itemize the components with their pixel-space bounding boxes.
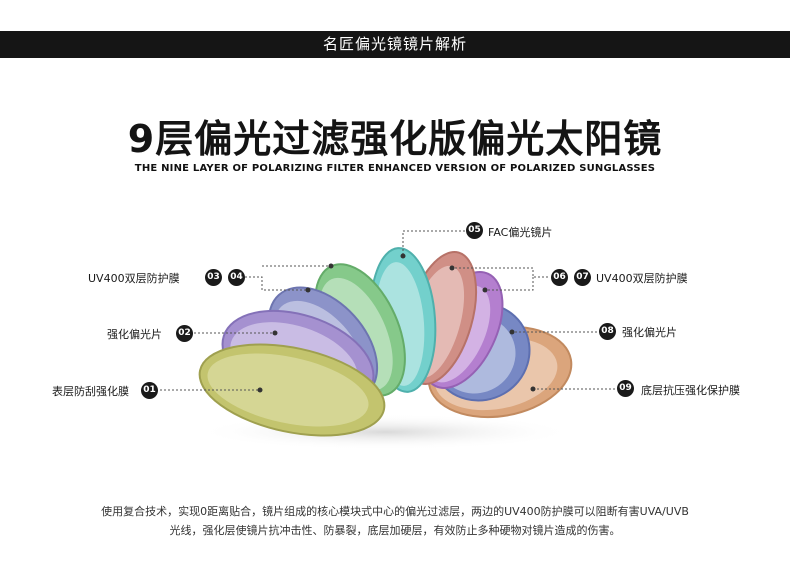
label-layer-03-04: UV400双层防护膜 [88, 272, 180, 285]
label-layer-09: 底层抗压强化保护膜 [641, 384, 740, 397]
label-layer-05: FAC偏光镜片 [488, 226, 553, 239]
badge-01: 01 [141, 382, 158, 399]
label-layer-08: 强化偏光片 [622, 326, 677, 339]
label-layer-01: 表层防刮强化膜 [52, 385, 129, 398]
lens-layer-diagram [160, 230, 615, 450]
label-layer-02: 强化偏光片 [107, 328, 162, 341]
badge-09: 09 [617, 380, 634, 397]
badge-08: 08 [599, 323, 616, 340]
description-text: 使用复合技术，实现0距离贴合，镜片组成的核心模块式中心的偏光过滤层，两边的UV4… [60, 502, 730, 540]
badge-04: 04 [228, 269, 245, 286]
label-layer-06-07: UV400双层防护膜 [596, 272, 688, 285]
badge-06: 06 [551, 269, 568, 286]
badge-02: 02 [176, 325, 193, 342]
badge-05: 05 [466, 222, 483, 239]
description-line-2: 光线，强化层使镜片抗冲击性、防暴裂，底层加硬层，有效防止多种硬物对镜片造成的伤害… [169, 524, 621, 537]
badge-03: 03 [205, 269, 222, 286]
description-line-1: 使用复合技术，实现0距离贴合，镜片组成的核心模块式中心的偏光过滤层，两边的UV4… [101, 505, 689, 518]
badge-07: 07 [574, 269, 591, 286]
